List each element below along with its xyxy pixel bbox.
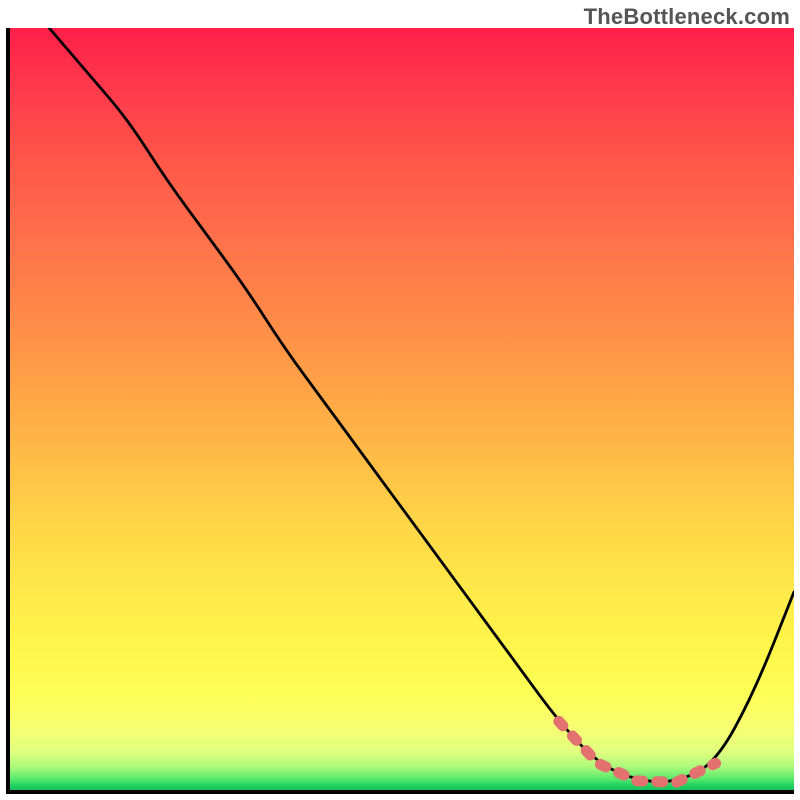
plot-area bbox=[6, 28, 794, 794]
optimal-range-highlight bbox=[559, 721, 716, 782]
bottleneck-curve-path bbox=[49, 28, 794, 782]
chart-svg bbox=[10, 28, 794, 790]
bottleneck-chart: TheBottleneck.com bbox=[0, 0, 800, 800]
watermark-text: TheBottleneck.com bbox=[584, 4, 790, 30]
